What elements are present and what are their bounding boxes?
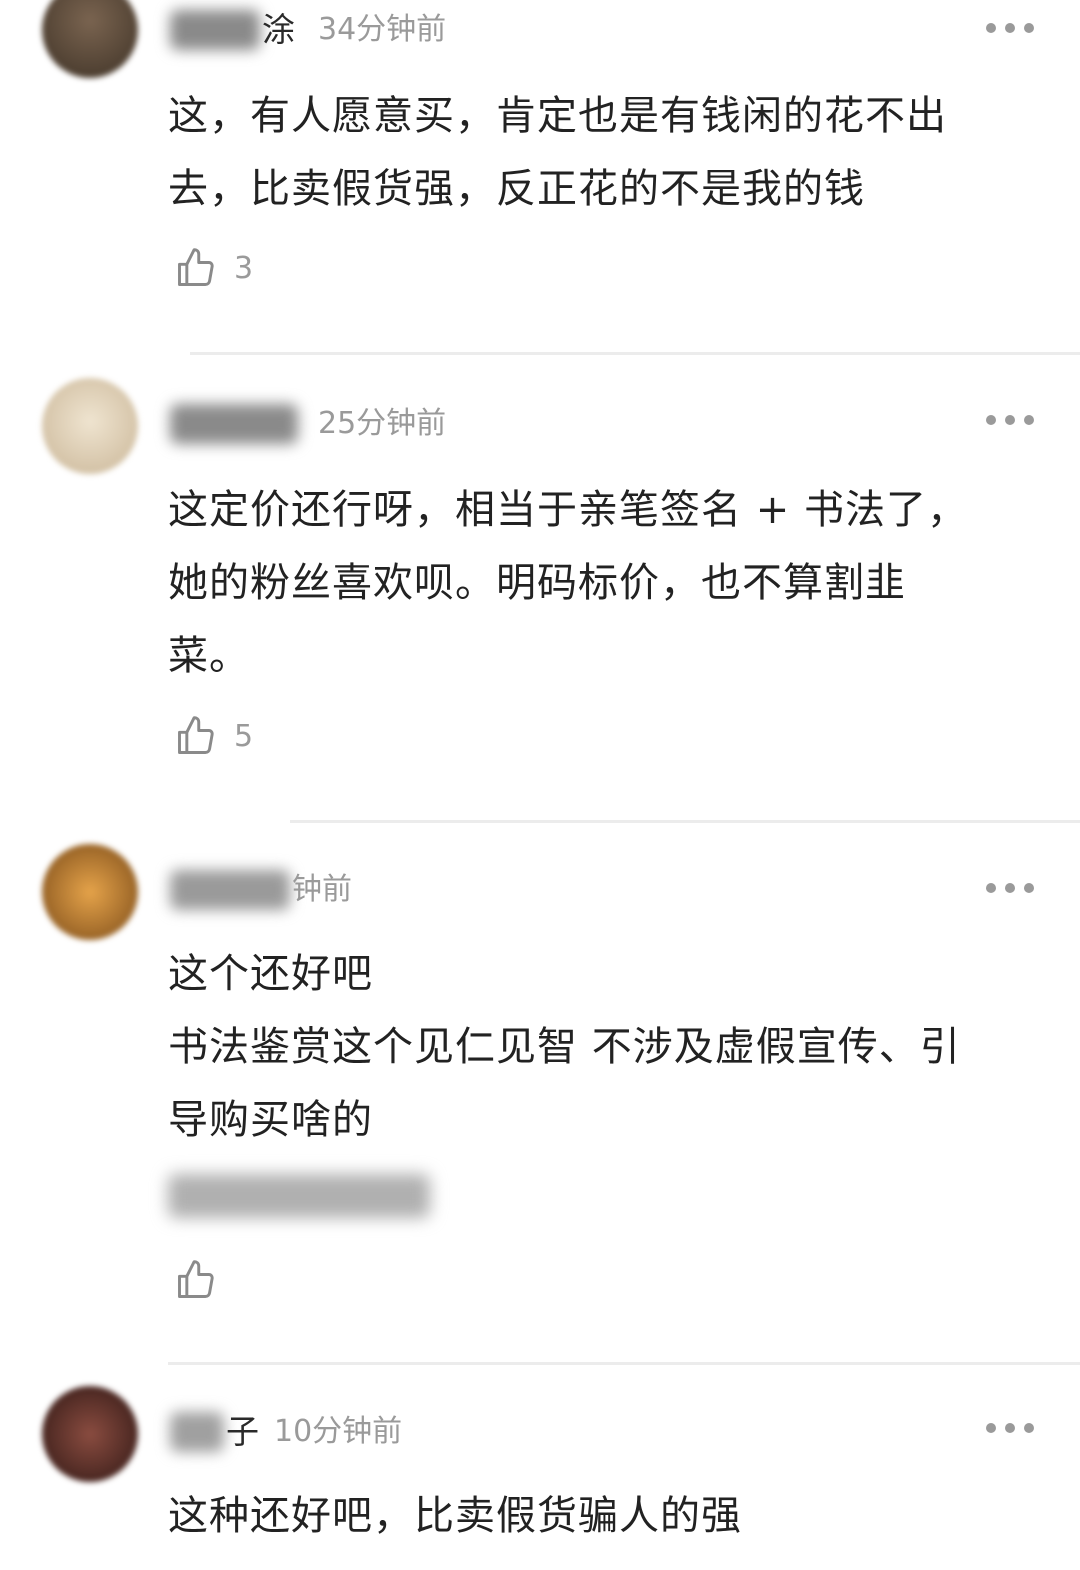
like-button[interactable]: 3 — [174, 246, 253, 290]
more-options-icon[interactable] — [986, 882, 1034, 894]
timestamp: 10分钟前 — [274, 1414, 403, 1449]
thumbs-up-icon — [178, 716, 214, 754]
comment-line: 菜。 — [168, 633, 250, 679]
comment-text: 这种还好吧，比卖假货骗人的强 — [168, 1480, 742, 1553]
comment-item: 子 10分钟前 这种还好吧，比卖假货骗人的强 — [0, 1370, 1080, 1570]
divider — [190, 352, 1080, 355]
comment-item: 钟前 这个还好吧 书法鉴赏这个见仁见智 不涉及虚假宣传、引 导购买啥的 — [0, 830, 1080, 1360]
more-options-icon[interactable] — [986, 22, 1034, 34]
avatar[interactable] — [42, 844, 138, 940]
comment-line: 去，比卖假货强，反正花的不是我的钱 — [168, 166, 865, 212]
comment-line: 这，有人愿意买，肯定也是有钱闲的花不出 — [168, 93, 947, 139]
avatar[interactable] — [42, 1386, 138, 1482]
username[interactable]: 子 — [226, 1412, 259, 1452]
comment-line: 导购买啥的 — [168, 1097, 373, 1143]
comment-line: 她的粉丝喜欢呗。明码标价，也不算割韭 — [168, 560, 906, 606]
comment-line: 这种还好吧，比卖假货骗人的强 — [168, 1493, 742, 1539]
comment-text: 这定价还行呀，相当于亲笔签名 + 书法了， 她的粉丝喜欢呗。明码标价，也不算割韭… — [168, 474, 968, 693]
comment-text: 这，有人愿意买，肯定也是有钱闲的花不出 去，比卖假货强，反正花的不是我的钱 — [168, 80, 947, 226]
like-button[interactable]: 5 — [174, 714, 253, 758]
username-blurred[interactable] — [170, 1412, 224, 1452]
like-count: 3 — [234, 250, 254, 286]
comment-line: 这个还好吧 — [168, 951, 373, 997]
more-options-icon[interactable] — [986, 1422, 1034, 1434]
comment-item: 涂 34分钟前 这，有人愿意买，肯定也是有钱闲的花不出 去，比卖假货强，反正花的… — [0, 0, 1080, 340]
timestamp: 25分钟前 — [318, 406, 447, 441]
thumbs-up-icon — [178, 1260, 214, 1298]
like-button[interactable] — [174, 1258, 234, 1302]
blurred-text — [168, 1174, 430, 1218]
username[interactable]: 涂 — [262, 10, 295, 50]
timestamp: 34分钟前 — [318, 12, 447, 47]
avatar[interactable] — [42, 0, 138, 78]
username-blurred[interactable] — [170, 870, 290, 910]
username-blurred[interactable] — [170, 404, 298, 444]
like-count: 5 — [234, 718, 254, 754]
comment-text: 这个还好吧 书法鉴赏这个见仁见智 不涉及虚假宣传、引 导购买啥的 — [168, 938, 961, 1157]
more-options-icon[interactable] — [986, 414, 1034, 426]
comment-line: 书法鉴赏这个见仁见智 不涉及虚假宣传、引 — [168, 1024, 961, 1070]
avatar[interactable] — [42, 378, 138, 474]
comment-line: 这定价还行呀，相当于亲笔签名 + 书法了， — [168, 487, 968, 533]
timestamp: 钟前 — [292, 872, 352, 907]
thumbs-up-icon — [178, 248, 214, 286]
divider — [168, 1362, 1080, 1365]
username-blurred[interactable] — [170, 10, 260, 50]
comment-item: 25分钟前 这定价还行呀，相当于亲笔签名 + 书法了， 她的粉丝喜欢呗。明码标价… — [0, 360, 1080, 820]
divider — [290, 820, 1080, 823]
